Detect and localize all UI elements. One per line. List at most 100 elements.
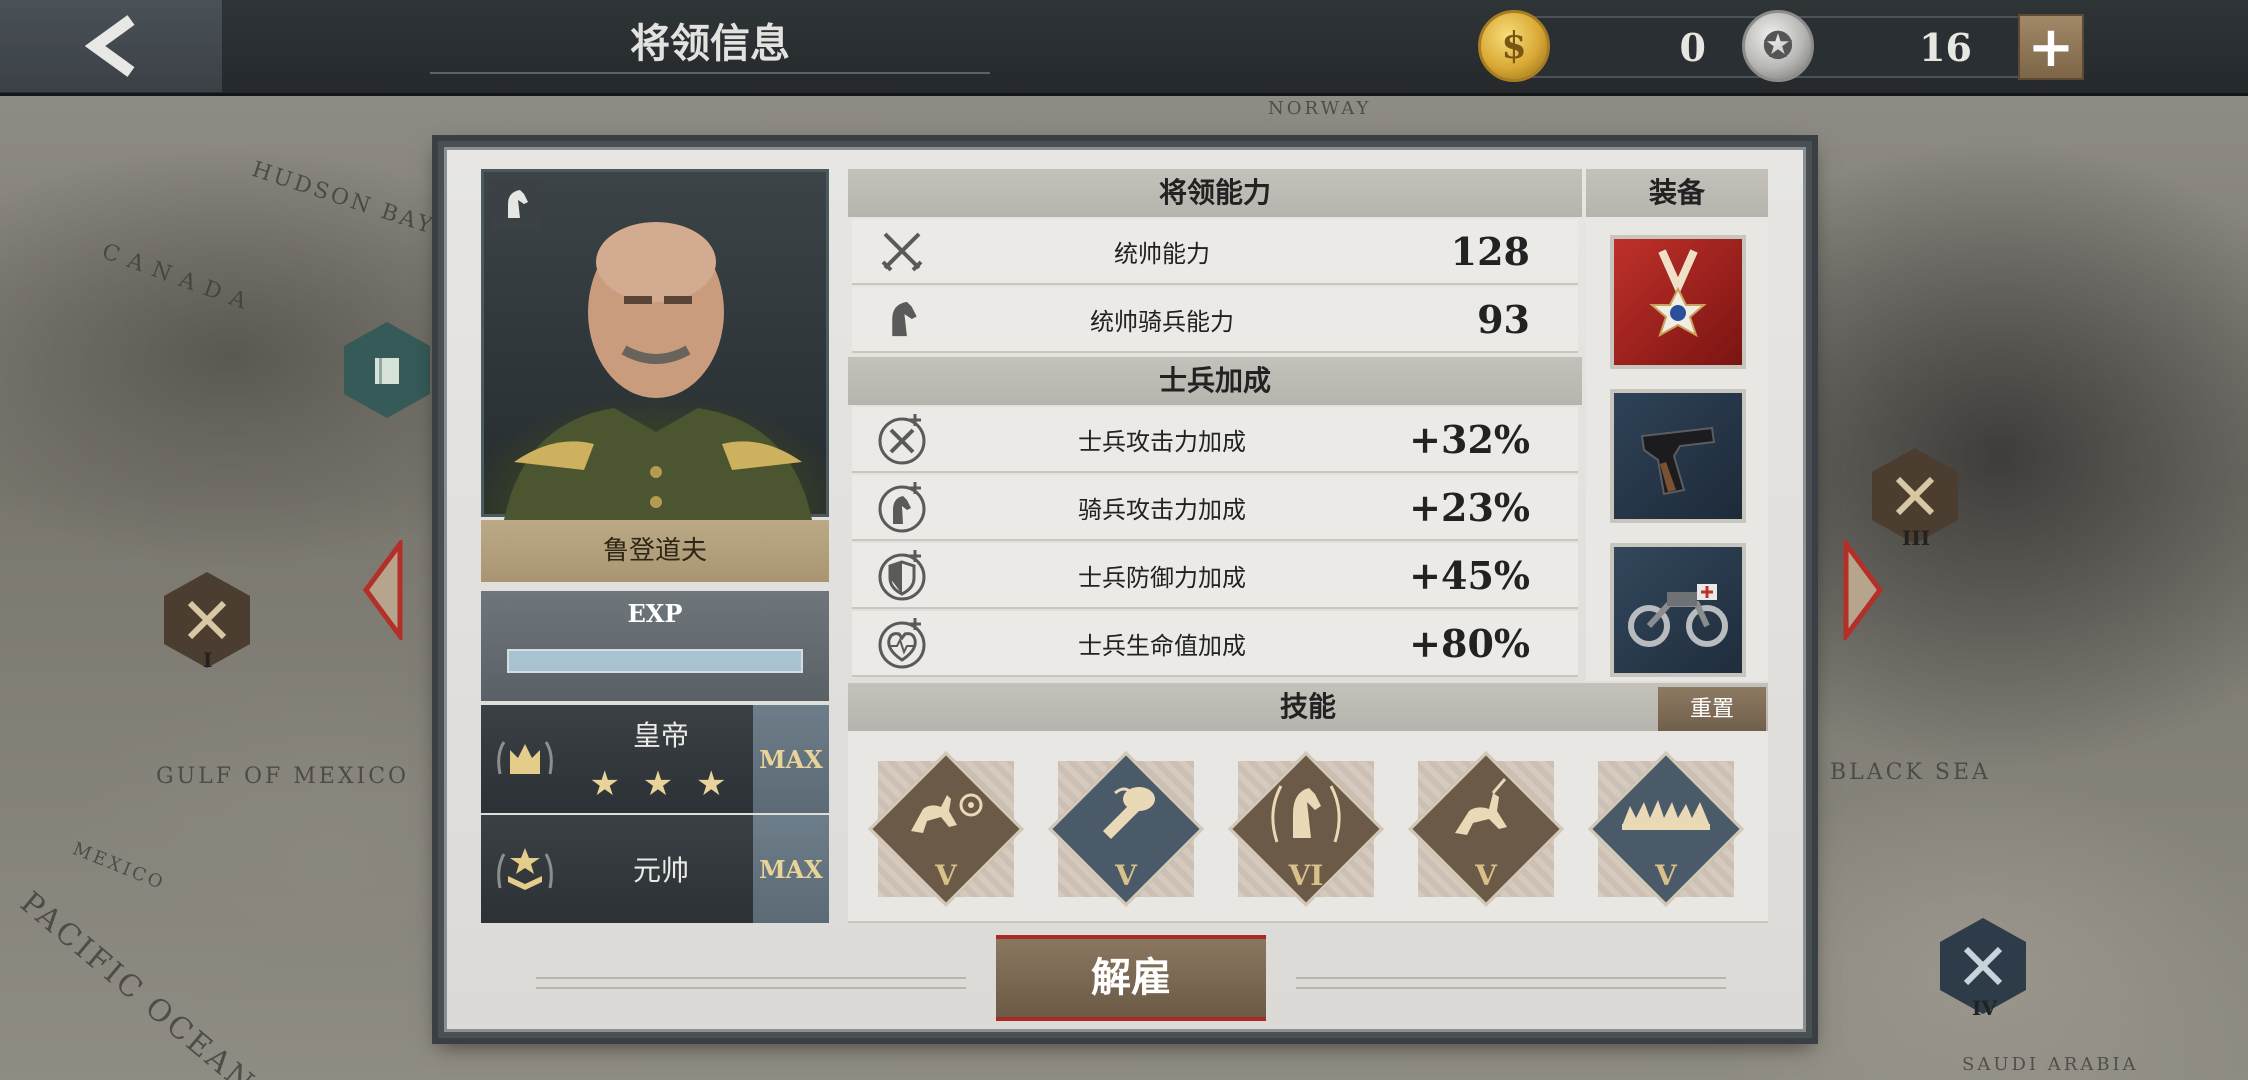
horse-head-icon (852, 286, 952, 352)
stat-value: 93 (1477, 296, 1530, 342)
book-icon (375, 358, 399, 384)
skill-slot-3[interactable]: VI (1224, 747, 1388, 911)
pistol-icon (1640, 426, 1716, 496)
equipment-column (1586, 217, 1768, 681)
map-label-saudi-arabia: SAUDI ARABIA (1962, 1054, 2139, 1075)
divider (536, 977, 966, 989)
crossed-swords-icon (852, 218, 952, 284)
stat-name: 骑兵攻击力加成 (1078, 495, 1246, 524)
rank-stars: ★ ★ ★ (589, 764, 733, 804)
skill-level: V (1475, 859, 1497, 892)
map-marker-number-4: IV (1972, 996, 1997, 1020)
top-bar: 将领信息 0 $ 16 ✪ + (0, 0, 2248, 96)
divider (1296, 977, 1726, 989)
skill-level: VI (1288, 859, 1324, 892)
stat-value: +45% (1409, 552, 1530, 598)
bugle-icon (1044, 755, 1208, 865)
equipment-slot-pistol[interactable] (1610, 389, 1746, 523)
skill-slot-1[interactable]: V (864, 747, 1028, 911)
reset-skills-button[interactable]: 重置 (1658, 687, 1766, 733)
exp-progress-bar (507, 649, 803, 673)
stat-row-soldier-defense: 士兵防御力加成 +45% (852, 543, 1578, 609)
skill-level: V (1115, 859, 1137, 892)
exp-progress-fill (509, 651, 801, 671)
exp-box: EXP (481, 591, 829, 701)
map-label-norway: NORWAY (1268, 98, 1372, 119)
rank-row-emperor: 皇帝 ★ ★ ★ MAX (481, 705, 829, 813)
rank-max-badge: MAX (753, 705, 829, 813)
cavalry-plus-icon (852, 474, 952, 540)
stat-name: 士兵防御力加成 (1078, 563, 1246, 592)
rank-name-marshal: 元帅 (632, 854, 689, 887)
map-label-black-sea: BLACK SEA (1830, 760, 1991, 785)
next-general-arrow-icon[interactable] (1840, 540, 1886, 640)
dismiss-general-button[interactable]: 解雇 (996, 935, 1266, 1021)
back-button[interactable] (0, 0, 222, 92)
chevron-left-icon (84, 15, 135, 77)
general-info-panel: 鲁登道夫 EXP 皇帝 ★ ★ ★ MAX 元帅 MAX 将领能力 统帅能力 1… (438, 141, 1812, 1038)
map-label-mexico: MEXICO (69, 838, 169, 895)
silver-medal-icon: ✪ (1742, 10, 1814, 82)
equipment-slot-medal[interactable] (1610, 235, 1746, 369)
stat-name: 士兵生命值加成 (1078, 631, 1246, 660)
map-label-gulf-of-mexico: GULF OF MEXICO (156, 764, 410, 789)
exp-label: EXP (627, 599, 683, 628)
skills-area: V V VI V V (848, 731, 1768, 923)
stat-name: 士兵攻击力加成 (1078, 427, 1246, 456)
general-figure (504, 222, 812, 520)
motorcycle-icon (1628, 584, 1728, 647)
crossed-rifles-icon (1895, 476, 1935, 516)
stat-row-cavalry-command: 统帅骑兵能力 93 (852, 287, 1578, 353)
map-book-marker[interactable] (344, 322, 430, 418)
skill-level: V (1655, 859, 1677, 892)
stat-value: 128 (1450, 228, 1530, 274)
equipment-header: 装备 (1586, 169, 1768, 217)
general-portrait (481, 169, 829, 520)
general-name: 鲁登道夫 (481, 520, 829, 582)
marshal-insignia-icon (481, 815, 569, 923)
abilities-header: 将领能力 (848, 169, 1582, 217)
stats-table: 将领能力 统帅能力 128 统帅骑兵能力 93 士兵加成 士兵攻击力加成 +32… (848, 169, 1582, 681)
crossed-rifles-icon (187, 600, 227, 640)
stat-row-soldier-health: 士兵生命值加成 +80% (852, 611, 1578, 677)
add-currency-button[interactable]: + (2018, 14, 2084, 80)
medal-amount: 16 (1919, 24, 1972, 70)
fire-barrage-icon (1584, 755, 1748, 865)
map-label-pacific-ocean: PACIFIC OCEAN (13, 885, 263, 1080)
gold-amount: 0 (1679, 24, 1706, 70)
map-marker-number-3: III (1902, 526, 1931, 550)
attack-plus-icon (852, 406, 952, 472)
horse-laurel-icon (1224, 755, 1388, 865)
crossed-rifles-icon (1963, 946, 2003, 986)
rank-name-emperor: 皇帝 (632, 719, 689, 752)
stat-value: +32% (1409, 416, 1530, 462)
skill-slot-4[interactable]: V (1404, 747, 1568, 911)
stat-name: 统帅骑兵能力 (1090, 307, 1234, 336)
stat-row-cavalry-attack: 骑兵攻击力加成 +23% (852, 475, 1578, 541)
crown-icon (481, 705, 569, 813)
heart-plus-icon (852, 610, 952, 676)
skills-header: 技能 (848, 683, 1768, 731)
stat-value: +23% (1409, 484, 1530, 530)
stat-value: +80% (1409, 620, 1530, 666)
page-title: 将领信息 (430, 14, 990, 74)
medal-icon (1649, 249, 1707, 338)
map-marker-number-1: I (203, 648, 213, 672)
skill-level: V (935, 859, 957, 892)
skill-slot-5[interactable]: V (1584, 747, 1748, 911)
cavalry-charge-icon (1404, 755, 1568, 865)
rank-row-marshal: 元帅 MAX (481, 815, 829, 923)
map-label-canada: CANADA (98, 239, 259, 318)
bonuses-header: 士兵加成 (848, 357, 1582, 405)
cavalry-target-icon (864, 755, 1028, 865)
stat-row-soldier-attack: 士兵攻击力加成 +32% (852, 407, 1578, 473)
stat-row-command: 统帅能力 128 (852, 219, 1578, 285)
shield-plus-icon (852, 542, 952, 608)
equipment-slot-motorcycle[interactable] (1610, 543, 1746, 677)
map-label-hudson-bay: HUDSON BAY (248, 157, 438, 240)
rank-max-badge: MAX (753, 815, 829, 923)
previous-general-arrow-icon[interactable] (360, 540, 406, 640)
stat-name: 统帅能力 (1114, 239, 1210, 268)
gold-coin-icon: $ (1478, 10, 1550, 82)
skill-slot-2[interactable]: V (1044, 747, 1208, 911)
